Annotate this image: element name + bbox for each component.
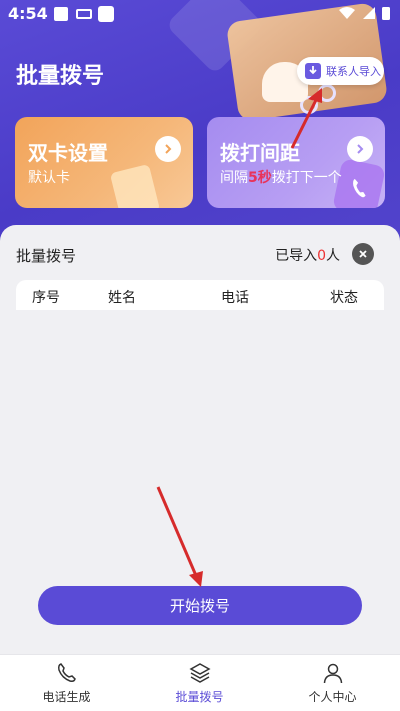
tab-label: 批量拨号 xyxy=(175,690,224,704)
imported-suffix: 人 xyxy=(326,248,340,264)
page-title: 批量拨号 xyxy=(16,64,105,89)
decorative-ring xyxy=(318,84,336,102)
table-header: 序号 姓名 电话 状态 xyxy=(16,280,384,310)
status-bar: 4:54 xyxy=(0,0,400,28)
tab-label: 个人中心 xyxy=(308,690,357,704)
contact-import-label: 联系人导入 xyxy=(326,65,381,78)
keyboard-icon xyxy=(76,9,92,19)
close-icon xyxy=(359,250,367,258)
phone-icon xyxy=(57,663,76,682)
tab-personal-center[interactable]: 个人中心 xyxy=(266,661,399,705)
interval-seconds: 5秒 xyxy=(248,170,272,186)
imported-count-text: 已导入0人 xyxy=(275,245,340,265)
wifi-icon xyxy=(339,7,355,19)
dial-interval-subtitle: 间隔5秒拨打下一个 xyxy=(220,167,342,187)
column-header-phone: 电话 xyxy=(221,290,249,306)
clear-list-button[interactable] xyxy=(352,243,374,265)
tab-phone-generate[interactable]: 电话生成 xyxy=(0,661,133,705)
bottom-tab-bar: 电话生成 批量拨号 个人中心 xyxy=(0,654,400,711)
dual-sim-title: 双卡设置 xyxy=(28,141,108,165)
interval-prefix: 间隔 xyxy=(220,170,248,186)
start-dialing-button[interactable]: 开始拨号 xyxy=(38,586,362,625)
notification-a-icon xyxy=(54,7,68,21)
tab-label: 电话生成 xyxy=(42,690,91,704)
status-time: 4:54 xyxy=(8,4,48,23)
chevron-right-icon xyxy=(347,136,373,162)
column-header-status: 状态 xyxy=(330,290,358,306)
person-icon xyxy=(323,663,342,684)
header-hero: 4:54 批量拨号 联系人导入 双卡设置 默认卡 拨打间距 间隔5秒拨打下一个 xyxy=(0,0,400,250)
imported-count: 0 xyxy=(317,248,326,264)
signal-icon xyxy=(363,7,375,19)
interval-suffix: 拨打下一个 xyxy=(271,170,342,186)
panel-title: 批量拨号 xyxy=(16,247,77,265)
dial-interval-card[interactable]: 拨打间距 间隔5秒拨打下一个 xyxy=(207,117,385,208)
dial-interval-title: 拨打间距 xyxy=(220,141,300,165)
chevron-right-icon xyxy=(155,136,181,162)
dual-sim-subtitle: 默认卡 xyxy=(28,170,70,186)
imported-prefix: 已导入 xyxy=(275,248,318,264)
layers-icon xyxy=(188,663,211,683)
download-icon xyxy=(305,63,321,79)
dual-sim-settings-card[interactable]: 双卡设置 默认卡 xyxy=(15,117,193,208)
battery-icon xyxy=(382,7,390,20)
column-header-name: 姓名 xyxy=(108,290,136,306)
contact-import-button[interactable]: 联系人导入 xyxy=(297,57,384,85)
column-header-index: 序号 xyxy=(32,290,60,306)
tab-batch-dial[interactable]: 批量拨号 xyxy=(133,661,266,705)
app-notification-icon xyxy=(98,6,114,22)
sim-card-illustration xyxy=(109,163,161,208)
